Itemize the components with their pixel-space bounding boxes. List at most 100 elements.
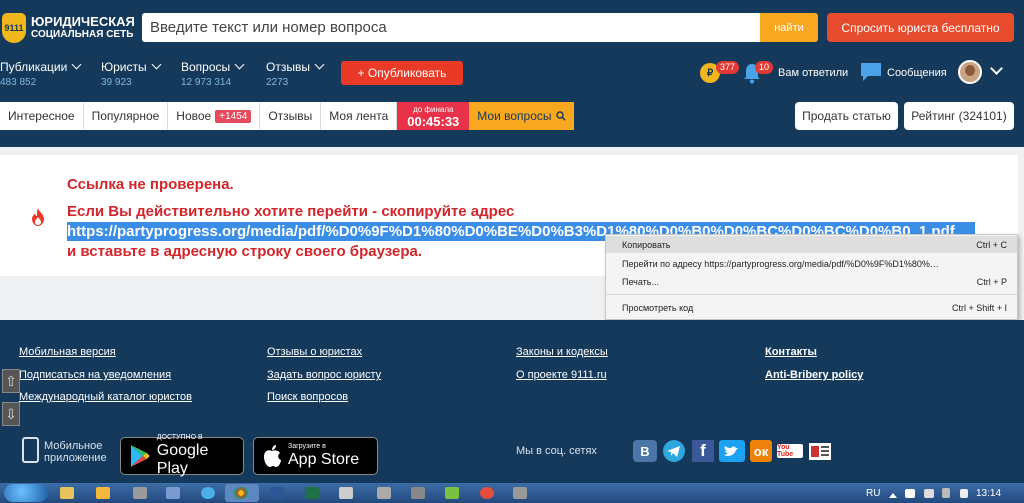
coin-count-badge: 377	[716, 61, 740, 74]
vk-icon[interactable]: B	[633, 440, 657, 462]
footer-link-search[interactable]: Поиск вопросов	[267, 391, 348, 403]
volume-icon[interactable]	[905, 489, 915, 498]
app-icon[interactable]	[377, 487, 391, 499]
menu-item-copy[interactable]: Копировать Ctrl + C	[606, 236, 1017, 253]
odnoklassniki-icon[interactable]: ок	[750, 440, 772, 462]
tab-reviews[interactable]: Отзывы	[260, 102, 322, 130]
skype-icon[interactable]	[201, 487, 215, 499]
battery-icon[interactable]	[942, 488, 950, 498]
app-icon[interactable]	[445, 487, 459, 499]
chevron-down-icon	[234, 59, 245, 70]
nav-publications[interactable]: Публикации 483 852	[0, 59, 82, 90]
scroll-up-arrow-icon[interactable]: ⇧	[2, 369, 20, 393]
google-play-name: Google Play	[156, 442, 209, 477]
tab-new-label: Новое	[176, 109, 212, 123]
menu-item-label: Просмотреть код	[622, 302, 694, 313]
rating-button[interactable]: Рейтинг (324101)	[904, 102, 1014, 130]
logo-line1: ЮРИДИЧЕСКАЯ	[31, 14, 135, 29]
youtube-icon[interactable]: You Tube	[777, 444, 803, 458]
mobile-app-line2: приложение	[44, 452, 107, 464]
google-play-icon	[130, 445, 150, 467]
google-play-text: ДОСТУПНО В Google Play	[157, 434, 243, 478]
flag-icon[interactable]	[960, 489, 968, 498]
menu-item-view-source[interactable]: Просмотреть код Ctrl + Shift + I	[606, 299, 1017, 316]
sell-article-button[interactable]: Продать статью	[795, 102, 898, 130]
scroll-down-arrow-icon[interactable]: ⇩	[2, 402, 20, 426]
app-icon[interactable]	[339, 487, 353, 499]
logo-shield-icon: 9111	[2, 13, 26, 43]
social-label: Мы в соц. сетях	[516, 445, 597, 457]
search-button[interactable]: найти	[760, 13, 818, 42]
warning-title: Ссылка не проверена.	[67, 176, 234, 193]
footer-link-subscribe[interactable]: Подписаться на уведомления	[19, 369, 171, 381]
chrome-icon[interactable]	[234, 487, 248, 499]
nav-lawyers[interactable]: Юристы 39 923	[101, 59, 162, 90]
app-icon[interactable]	[166, 487, 180, 499]
menu-item-goto-url[interactable]: Перейти по адресу https://partyprogress.…	[606, 255, 1017, 272]
publish-button[interactable]: + Опубликовать	[341, 61, 463, 85]
footer-link-mobile[interactable]: Мобильная версия	[19, 346, 116, 358]
nav-questions-label: Вопросы	[181, 60, 231, 74]
messages-link[interactable]: Сообщения	[887, 67, 947, 79]
menu-item-label: Печать...	[622, 276, 659, 287]
site-logo[interactable]: 9111 ЮРИДИЧЕСКАЯ СОЦИАЛЬНАЯ СЕТЬ	[0, 8, 140, 48]
tab-my-feed[interactable]: Моя лента	[321, 102, 398, 130]
windows-start-icon[interactable]	[4, 484, 48, 502]
facebook-icon[interactable]: f	[692, 440, 714, 462]
search-input[interactable]	[142, 13, 762, 42]
app-icon[interactable]	[411, 487, 425, 499]
footer-link-laws[interactable]: Законы и кодексы	[516, 346, 608, 358]
avatar[interactable]	[958, 60, 982, 84]
opera-icon[interactable]	[480, 487, 494, 499]
tab-popular[interactable]: Популярное	[83, 102, 169, 130]
notification-count-badge: 10	[755, 61, 774, 74]
my-questions-label: Мои вопросы	[477, 109, 552, 123]
google-play-caption: ДОСТУПНО В	[156, 434, 203, 441]
nav-reviews-label: Отзывы	[266, 60, 310, 74]
final-timer[interactable]: до финала 00:45:33	[397, 102, 470, 130]
footer-link-reviews[interactable]: Отзывы о юристах	[267, 346, 362, 358]
ask-lawyer-button[interactable]: Спросить юриста бесплатно	[827, 13, 1014, 42]
menu-separator	[606, 294, 1017, 295]
chat-icon[interactable]	[860, 62, 882, 82]
footer-link-ask[interactable]: Задать вопрос юристу	[267, 369, 381, 381]
telegram-icon[interactable]	[662, 440, 686, 462]
network-icon[interactable]	[924, 489, 934, 498]
word-icon[interactable]	[270, 487, 284, 499]
livejournal-icon[interactable]	[808, 440, 832, 462]
phone-icon	[22, 437, 39, 463]
taskbar-clock[interactable]: 13:14	[976, 488, 1001, 499]
footer-link-catalog[interactable]: Международный каталог юристов	[19, 391, 192, 403]
tray-up-arrow-icon[interactable]	[889, 492, 897, 498]
warning-text-line3: и вставьте в адресную строку своего брау…	[67, 243, 422, 260]
app-store-button[interactable]: Загрузите в App Store	[253, 437, 378, 475]
feed-tabs: Интересное Популярное Новое +1454 Отзывы…	[0, 102, 574, 130]
menu-item-label: Перейти по адресу https://partyprogress.…	[622, 258, 942, 269]
folder-icon[interactable]	[60, 487, 74, 499]
media-player-icon[interactable]	[96, 487, 110, 499]
context-menu: Копировать Ctrl + C Перейти по адресу ht…	[605, 234, 1018, 320]
footer-link-anti-bribery[interactable]: Anti-Bribery policy	[765, 369, 863, 381]
app-store-name: App Store	[288, 451, 360, 468]
footer-link-contacts[interactable]: Контакты	[765, 346, 817, 358]
mobile-app-label: Мобильное приложение	[44, 440, 107, 464]
chevron-down-icon	[71, 59, 82, 70]
app-icon[interactable]	[513, 487, 527, 499]
google-play-button[interactable]: ДОСТУПНО В Google Play	[120, 434, 244, 478]
footer-link-about[interactable]: О проекте 9111.ru	[516, 369, 607, 381]
nav-questions[interactable]: Вопросы 12 973 314	[181, 59, 245, 90]
excel-icon[interactable]	[305, 487, 319, 499]
app-icon[interactable]	[133, 487, 147, 499]
nav-reviews[interactable]: Отзывы 2273	[266, 59, 325, 90]
keyboard-language[interactable]: RU	[866, 488, 880, 499]
chevron-down-icon	[314, 59, 325, 70]
nav-reviews-count: 2273	[266, 77, 289, 88]
nav-lawyers-count: 39 923	[101, 77, 132, 88]
app-store-text: Загрузите в App Store	[288, 443, 359, 469]
tab-new[interactable]: Новое +1454	[168, 102, 261, 130]
answered-link[interactable]: Вам ответили	[778, 67, 848, 79]
tab-interesting[interactable]: Интересное	[0, 102, 84, 130]
twitter-icon[interactable]	[719, 440, 745, 462]
menu-item-print[interactable]: Печать... Ctrl + P	[606, 273, 1017, 290]
my-questions-button[interactable]: Мои вопросы	[469, 102, 574, 130]
